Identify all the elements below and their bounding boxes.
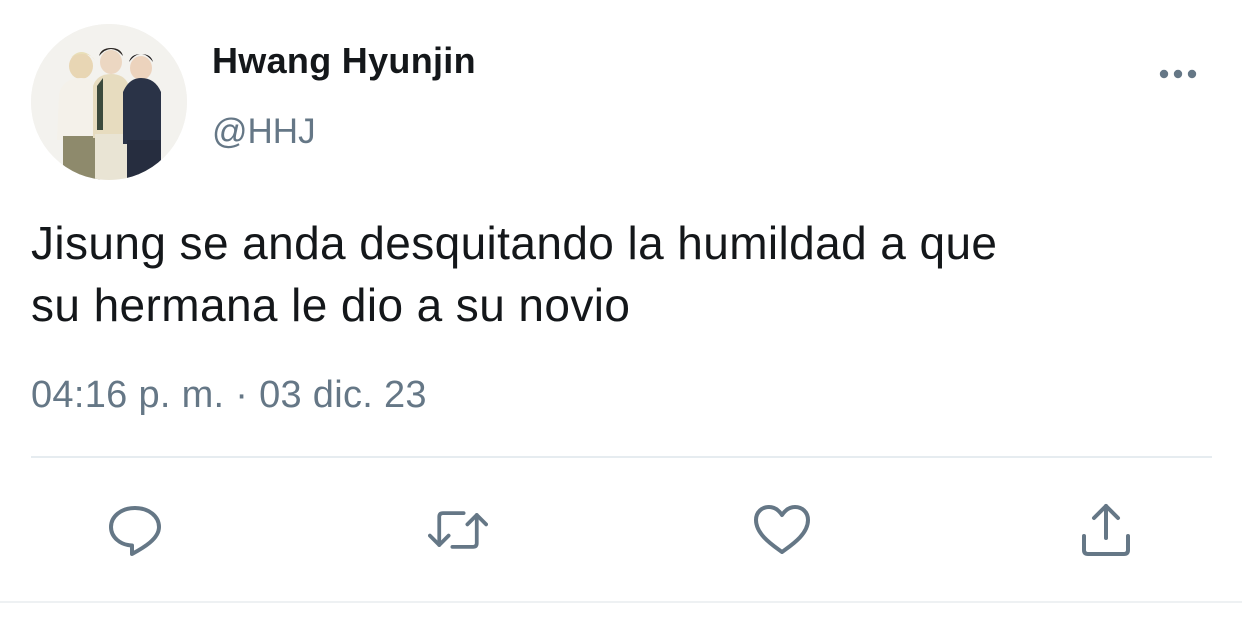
tweet-text-line: su hermana le dio a su novio — [31, 279, 631, 331]
author-display-name[interactable]: Hwang Hyunjin — [212, 40, 476, 82]
tweet-text-line: Jisung se anda desquitando la humildad a… — [31, 217, 998, 269]
share-upload-icon — [1082, 504, 1130, 556]
heart-icon — [754, 505, 810, 554]
more-options-icon[interactable] — [1155, 60, 1201, 88]
divider — [31, 456, 1212, 458]
like-button[interactable] — [752, 500, 812, 560]
reply-button[interactable] — [105, 500, 165, 560]
author-handle[interactable]: @HHJ — [212, 112, 316, 152]
tweet-card: Hwang Hyunjin @HHJ Jisung se anda desqui… — [0, 0, 1242, 621]
divider — [0, 601, 1242, 603]
share-button[interactable] — [1076, 500, 1136, 560]
tweet-text: Jisung se anda desquitando la humildad a… — [31, 212, 1221, 336]
profile-photo — [31, 24, 187, 180]
retweet-arrows-icon — [428, 511, 488, 549]
avatar[interactable] — [31, 24, 187, 180]
speech-bubble-icon — [109, 506, 161, 556]
retweet-button[interactable] — [428, 500, 488, 560]
tweet-timestamp[interactable]: 04:16 p. m. · 03 dic. 23 — [31, 374, 427, 417]
